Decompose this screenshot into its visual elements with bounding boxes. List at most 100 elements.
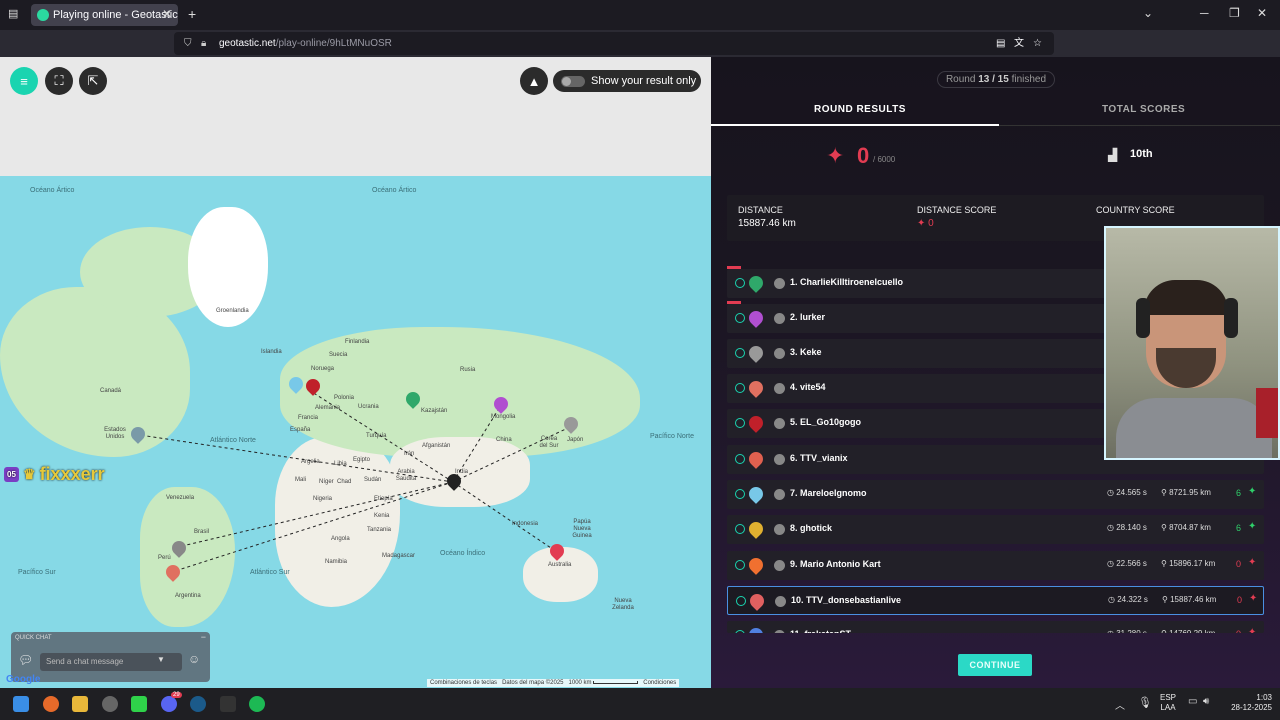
world-map[interactable]: Océano Ártico Océano Ártico Atlántico No… bbox=[0, 57, 711, 688]
eye-icon[interactable] bbox=[735, 524, 745, 534]
translate-icon[interactable]: 文 bbox=[1014, 32, 1024, 55]
epic-icon[interactable] bbox=[220, 696, 236, 712]
menu-button[interactable]: ≡ bbox=[10, 67, 38, 95]
eye-icon[interactable] bbox=[735, 383, 745, 393]
flag-icon bbox=[774, 313, 785, 324]
url-host: geotastic.net bbox=[219, 38, 276, 49]
eye-icon[interactable] bbox=[735, 489, 745, 499]
clock-time: 1:03 bbox=[1256, 693, 1272, 702]
eye-icon[interactable] bbox=[735, 278, 745, 288]
level-badge: 05 bbox=[4, 467, 19, 482]
kick-icon[interactable] bbox=[131, 696, 147, 712]
round-number: 13 / 15 bbox=[978, 74, 1009, 85]
reader-view-icon[interactable]: ▤ bbox=[996, 32, 1005, 55]
guess-time: ◷ 31.280 s bbox=[1107, 629, 1147, 633]
obs-icon[interactable] bbox=[102, 696, 118, 712]
windows-start-icon[interactable] bbox=[13, 696, 29, 712]
chevron-down-icon[interactable]: ▼ bbox=[157, 655, 165, 664]
result-row[interactable]: 11. frakatanST ◷ 31.280 s ⚲ 14769.29 km 0 ✦ bbox=[727, 621, 1264, 633]
distance-score-number: 0 bbox=[928, 218, 934, 229]
eye-icon[interactable] bbox=[735, 630, 745, 633]
player-marker-icon bbox=[746, 378, 766, 398]
result-row[interactable]: 9. Mario Antonio Kart ◷ 22.566 s ⚲ 15896.1… bbox=[727, 551, 1264, 580]
guess-time-value: 28.140 s bbox=[1116, 523, 1147, 532]
tab-round-results[interactable]: ROUND RESULTS bbox=[814, 104, 906, 115]
terms-link[interactable]: Condiciones bbox=[643, 680, 676, 686]
flag-icon bbox=[774, 524, 785, 535]
round-score: 0 bbox=[857, 143, 870, 168]
player-marker-icon bbox=[746, 449, 766, 469]
points-star-icon: ✦ bbox=[1248, 557, 1257, 568]
collapse-icon[interactable]: − bbox=[201, 632, 206, 642]
scale-bar bbox=[593, 680, 639, 684]
distance-stat: DISTANCE 15887.46 km bbox=[738, 205, 796, 229]
guess-time: ◷ 24.322 s bbox=[1108, 595, 1148, 604]
eye-icon[interactable] bbox=[736, 596, 746, 606]
headphones-icon bbox=[1136, 298, 1150, 338]
firefox-icon[interactable] bbox=[43, 696, 59, 712]
emoji-icon[interactable]: ☺ bbox=[188, 652, 200, 666]
clock[interactable]: 1:03 28-12-2025 bbox=[1222, 693, 1272, 713]
volume-icon[interactable]: 🔊︎ bbox=[1203, 696, 1209, 707]
tray-chevron-icon[interactable]: ︿ bbox=[1115, 697, 1125, 712]
country-points: 6 bbox=[1236, 523, 1242, 533]
eye-icon[interactable] bbox=[735, 313, 745, 323]
tab-overflow-chevron-icon[interactable]: ⌄ bbox=[1143, 6, 1153, 20]
result-row[interactable]: 8. ghotick ◷ 28.140 s ⚲ 8704.87 km 6 ✦ bbox=[727, 515, 1264, 544]
crown-icon: ♛ bbox=[23, 466, 36, 482]
steam-icon[interactable] bbox=[190, 696, 206, 712]
result-row[interactable]: 10. TTV_donsebastianlive ◷ 24.322 s ⚲ 1588… bbox=[727, 586, 1264, 615]
player-name: 6. TTV_vianix bbox=[790, 453, 848, 463]
guess-time-value: 22.566 s bbox=[1116, 559, 1147, 568]
result-row[interactable]: 7. Mareloelgnomo ◷ 24.565 s ⚲ 8721.95 km 6 ✦ bbox=[727, 480, 1264, 509]
active-tab-indicator bbox=[711, 124, 999, 126]
eye-icon[interactable] bbox=[735, 348, 745, 358]
guess-time: ◷ 22.566 s bbox=[1107, 559, 1147, 568]
open-external-button[interactable]: ⇱ bbox=[79, 67, 107, 95]
close-window-icon[interactable]: ✕ bbox=[1257, 6, 1267, 20]
player-name: fixxxerr bbox=[39, 464, 105, 484]
chat-bubble-icon: 💬︎ bbox=[18, 653, 34, 667]
round-prefix: Round bbox=[945, 74, 976, 85]
flag-icon bbox=[774, 348, 785, 359]
microphone-icon[interactable]: 🎙︎ bbox=[1138, 696, 1152, 709]
player-marker-icon bbox=[746, 484, 766, 504]
lang-layout: LAA bbox=[1160, 703, 1176, 712]
new-tab-icon[interactable]: + bbox=[188, 6, 196, 22]
eye-icon[interactable] bbox=[735, 454, 745, 464]
eye-icon[interactable] bbox=[735, 418, 745, 428]
bookmark-star-icon[interactable]: ☆ bbox=[1033, 32, 1042, 55]
keyboard-shortcuts-link[interactable]: Combinaciones de teclas bbox=[430, 680, 497, 686]
fullscreen-button[interactable]: ⛶ bbox=[45, 67, 73, 95]
cam-hair bbox=[1144, 280, 1228, 315]
lang-code: ESP bbox=[1160, 693, 1177, 702]
discord-icon[interactable] bbox=[161, 696, 177, 712]
points-star-icon: ✦ bbox=[1249, 593, 1258, 604]
file-explorer-icon[interactable] bbox=[72, 696, 88, 712]
tab-list-icon[interactable]: ▤ bbox=[8, 7, 18, 20]
geotastic-favicon-icon bbox=[37, 9, 49, 21]
tab-total-scores[interactable]: TOTAL SCORES bbox=[1102, 104, 1185, 115]
browser-tab[interactable]: Playing online - Geotastic ✕ bbox=[31, 4, 178, 26]
guess-time-value: 31.280 s bbox=[1116, 629, 1147, 633]
guess-time: ◷ 28.140 s bbox=[1107, 523, 1147, 532]
points-star-icon: ✦ bbox=[1248, 521, 1257, 532]
terrain-toggle-button[interactable]: ▲ bbox=[520, 67, 548, 95]
network-icon[interactable]: ▭ bbox=[1188, 696, 1197, 707]
cam-shirt bbox=[1116, 398, 1272, 458]
taskbar: 29 ︿ 🎙︎ ESP LAA ▭ 🔊︎ 1:03 28-12-2025 bbox=[0, 688, 1280, 720]
tab-title: Playing online - Geotastic bbox=[53, 9, 178, 21]
lock-icon[interactable]: 🔒︎ bbox=[201, 32, 206, 55]
show-result-toggle[interactable]: Show your result only bbox=[553, 70, 701, 92]
close-tab-icon[interactable]: ✕ bbox=[162, 7, 172, 21]
continue-button[interactable]: CONTINUE bbox=[958, 654, 1032, 676]
minimize-icon[interactable]: ─ bbox=[1200, 6, 1209, 20]
toggle-switch[interactable] bbox=[561, 76, 585, 87]
spotify-icon[interactable] bbox=[249, 696, 265, 712]
url-field[interactable]: ⛉ 🔒︎ geotastic.net/play-online/9hLtMNuOS… bbox=[174, 32, 1054, 55]
language-indicator[interactable]: ESP LAA bbox=[1160, 693, 1176, 713]
shield-icon[interactable]: ⛉ bbox=[184, 32, 192, 55]
eye-icon[interactable] bbox=[735, 560, 745, 570]
toggle-label: Show your result only bbox=[591, 75, 697, 87]
maximize-icon[interactable]: ❐ bbox=[1229, 6, 1240, 20]
